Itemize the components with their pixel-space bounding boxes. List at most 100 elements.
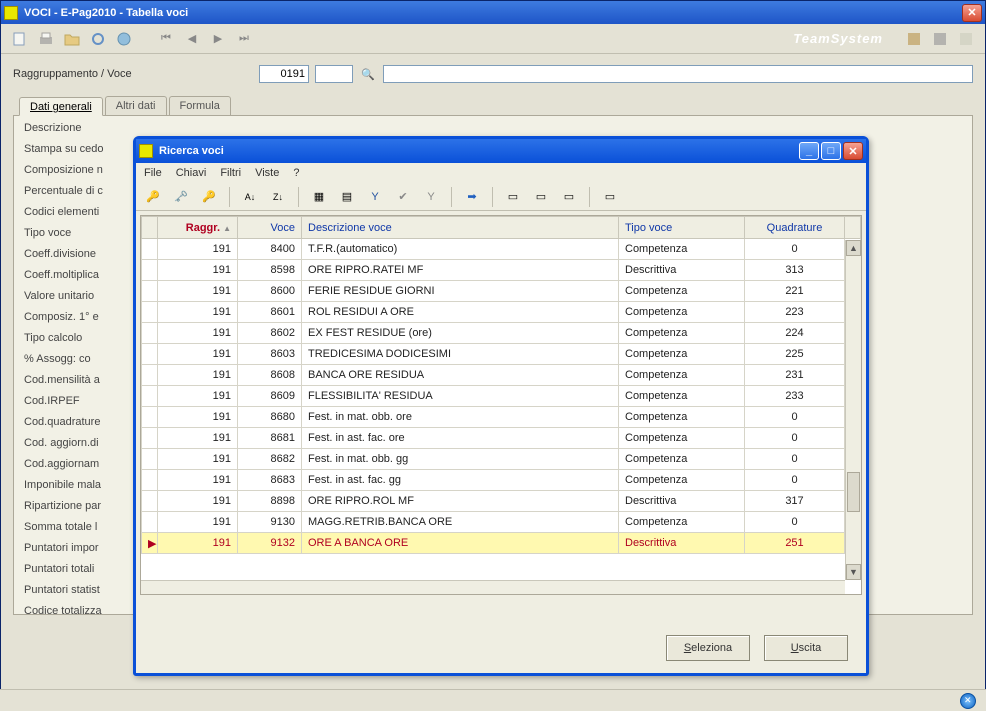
dialog-minimize-button[interactable]: _: [799, 142, 819, 160]
nav-prev-icon[interactable]: ◀: [181, 28, 203, 50]
main-toolbar: ⏮ ◀ ▶ ⏭ TeamSystem: [1, 24, 985, 54]
funnel-check-icon[interactable]: ✔: [392, 186, 414, 208]
raggr-code-input[interactable]: [259, 65, 309, 83]
scroll-up-icon[interactable]: ▲: [846, 240, 861, 256]
dialog-close-button[interactable]: ✕: [843, 142, 863, 160]
cell-voce: 8681: [238, 428, 302, 449]
print-icon[interactable]: [35, 28, 57, 50]
col-voce[interactable]: Voce: [238, 217, 302, 239]
tab-formula[interactable]: Formula: [169, 96, 231, 115]
table-row[interactable]: 1918598ORE RIPRO.RATEI MFDescrittiva313: [142, 260, 861, 281]
key-gray-icon[interactable]: 🔑: [142, 186, 164, 208]
view3-icon[interactable]: ▭: [558, 186, 580, 208]
vertical-scrollbar[interactable]: ▲ ▼: [845, 240, 861, 580]
cell-voce: 8400: [238, 239, 302, 260]
globe-icon[interactable]: [113, 28, 135, 50]
table-row[interactable]: 1918601ROL RESIDUI A ORECompetenza223: [142, 302, 861, 323]
col-rowptr[interactable]: [142, 217, 158, 239]
cell-quad: 317: [745, 491, 845, 512]
nav-last-icon[interactable]: ⏭: [233, 28, 255, 50]
row-pointer: [142, 260, 158, 281]
table-row[interactable]: 1918682Fest. in mat. obb. ggCompetenza0: [142, 449, 861, 470]
table-row[interactable]: 1918609FLESSIBILITA' RESIDUACompetenza23…: [142, 386, 861, 407]
table-row[interactable]: 1918600FERIE RESIDUE GIORNICompetenza221: [142, 281, 861, 302]
cell-tipo: Competenza: [619, 470, 745, 491]
voce-code-input[interactable]: [315, 65, 353, 83]
tab-dati-generali[interactable]: Dati generali: [19, 97, 103, 116]
main-close-button[interactable]: ✕: [962, 4, 982, 22]
menu-chiavi[interactable]: Chiavi: [176, 167, 207, 179]
cell-raggr: 191: [158, 386, 238, 407]
cell-tipo: Competenza: [619, 344, 745, 365]
table-row[interactable]: 1918400T.F.R.(automatico)Competenza0: [142, 239, 861, 260]
descr-input[interactable]: [383, 65, 973, 83]
cell-tipo: Competenza: [619, 323, 745, 344]
filter-table-icon[interactable]: ▦: [308, 186, 330, 208]
table-row[interactable]: 1918603TREDICESIMA DODICESIMICompetenza2…: [142, 344, 861, 365]
tool-c-icon[interactable]: [955, 28, 977, 50]
sort-asc-icon[interactable]: A↓: [239, 186, 261, 208]
view2-icon[interactable]: ▭: [530, 186, 552, 208]
table-row[interactable]: 1918680Fest. in mat. obb. oreCompetenza0: [142, 407, 861, 428]
menu-viste[interactable]: Viste: [255, 167, 279, 179]
sort-desc-icon[interactable]: Z↓: [267, 186, 289, 208]
nav-first-icon[interactable]: ⏮: [155, 28, 177, 50]
dialog-button-row: Seleziona Uscita: [666, 635, 848, 661]
key-gold-icon[interactable]: 🗝️: [170, 186, 192, 208]
view1-icon[interactable]: ▭: [502, 186, 524, 208]
search-dialog: Ricerca voci _ □ ✕ File Chiavi Filtri Vi…: [133, 136, 869, 676]
refresh-icon[interactable]: [87, 28, 109, 50]
new-icon[interactable]: [9, 28, 31, 50]
key2-icon[interactable]: 🔑: [198, 186, 220, 208]
search-icon[interactable]: 🔍: [359, 68, 377, 81]
dialog-maximize-button[interactable]: □: [821, 142, 841, 160]
cell-raggr: 191: [158, 533, 238, 554]
cell-tipo: Competenza: [619, 386, 745, 407]
grid-header-row: Raggr. ▲ Voce Descrizione voce Tipo voce…: [142, 217, 861, 239]
select-button[interactable]: Seleziona: [666, 635, 750, 661]
col-quadrature[interactable]: Quadrature: [745, 217, 845, 239]
cell-raggr: 191: [158, 512, 238, 533]
row-pointer: [142, 428, 158, 449]
col-descrizione[interactable]: Descrizione voce: [302, 217, 619, 239]
cell-voce: 8603: [238, 344, 302, 365]
view4-icon[interactable]: ▭: [599, 186, 621, 208]
folder-icon[interactable]: [61, 28, 83, 50]
cell-tipo: Competenza: [619, 281, 745, 302]
col-raggr[interactable]: Raggr. ▲: [158, 217, 238, 239]
exit-button[interactable]: Uscita: [764, 635, 848, 661]
cell-quad: 0: [745, 449, 845, 470]
funnel-clear-icon[interactable]: Y: [420, 186, 442, 208]
tool-b-icon[interactable]: [929, 28, 951, 50]
table-row[interactable]: 1918683Fest. in ast. fac. ggCompetenza0: [142, 470, 861, 491]
table-row[interactable]: 1918681Fest. in ast. fac. oreCompetenza0: [142, 428, 861, 449]
col-scroll-spacer: [845, 217, 861, 239]
col-tipo[interactable]: Tipo voce: [619, 217, 745, 239]
tool-a-icon[interactable]: [903, 28, 925, 50]
table-row[interactable]: 1919130MAGG.RETRIB.BANCA ORECompetenza0: [142, 512, 861, 533]
cell-voce: 8898: [238, 491, 302, 512]
table-row[interactable]: ▶1919132ORE A BANCA OREDescrittiva251: [142, 533, 861, 554]
horizontal-scrollbar[interactable]: [141, 580, 845, 594]
raggr-label: Raggruppamento / Voce: [13, 68, 253, 80]
menu-help[interactable]: ?: [293, 167, 299, 179]
table-row[interactable]: 1918602EX FEST RESIDUE (ore)Competenza22…: [142, 323, 861, 344]
cell-voce: 8680: [238, 407, 302, 428]
nav-next-icon[interactable]: ▶: [207, 28, 229, 50]
status-close-icon[interactable]: [960, 693, 976, 709]
scroll-thumb[interactable]: [847, 472, 860, 512]
filter-list-icon[interactable]: ▤: [336, 186, 358, 208]
menu-file[interactable]: File: [144, 167, 162, 179]
scroll-down-icon[interactable]: ▼: [846, 564, 861, 580]
cell-quad: 0: [745, 512, 845, 533]
cell-tipo: Competenza: [619, 302, 745, 323]
cell-descr: Fest. in ast. fac. ore: [302, 428, 619, 449]
funnel-y-icon[interactable]: Y: [364, 186, 386, 208]
tab-altri-dati[interactable]: Altri dati: [105, 96, 167, 115]
row-pointer: [142, 365, 158, 386]
arrow-right-icon[interactable]: ➡: [461, 186, 483, 208]
table-row[interactable]: 1918898ORE RIPRO.ROL MFDescrittiva317: [142, 491, 861, 512]
dialog-toolbar: 🔑 🗝️ 🔑 A↓ Z↓ ▦ ▤ Y ✔ Y ➡ ▭ ▭ ▭ ▭: [136, 183, 866, 211]
table-row[interactable]: 1918608BANCA ORE RESIDUACompetenza231: [142, 365, 861, 386]
menu-filtri[interactable]: Filtri: [220, 167, 241, 179]
